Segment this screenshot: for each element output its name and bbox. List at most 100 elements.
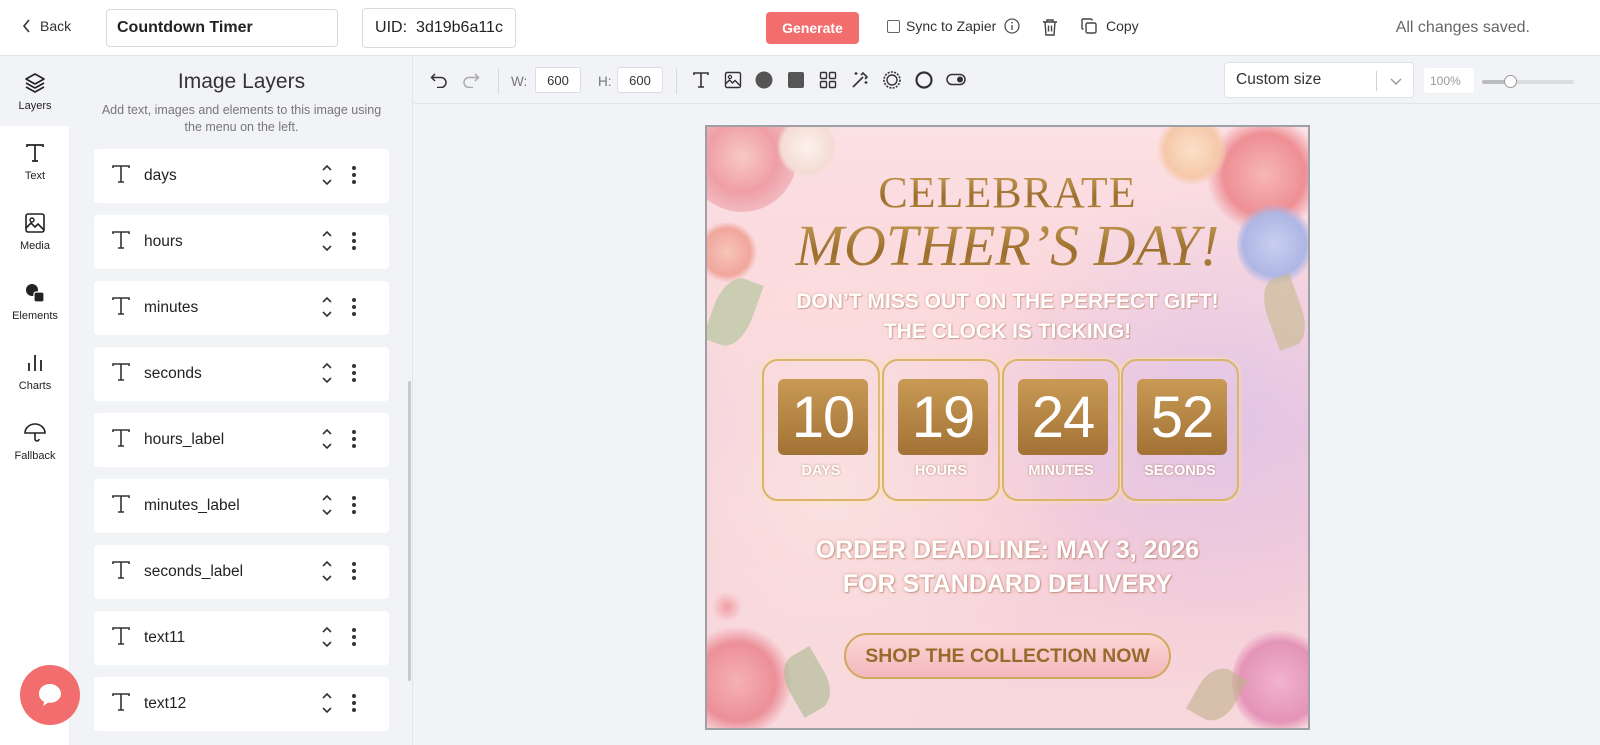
layer-item[interactable]: hours_label: [94, 413, 389, 467]
reorder-icon[interactable]: [320, 162, 334, 188]
text-layer-icon: [112, 165, 130, 183]
nav-elements[interactable]: Elements: [0, 266, 70, 336]
more-options-icon[interactable]: [351, 429, 357, 449]
reorder-icon[interactable]: [320, 294, 334, 320]
subheadline[interactable]: DON’T MISS OUT ON THE PERFECT GIFT! THE …: [707, 287, 1308, 347]
more-options-icon[interactable]: [351, 165, 357, 185]
template-name-input[interactable]: [106, 9, 338, 47]
headline-line1[interactable]: CELEBRATE: [707, 171, 1308, 215]
more-options-icon[interactable]: [351, 495, 357, 515]
layer-item[interactable]: seconds_label: [94, 545, 389, 599]
bar-chart-icon: [28, 354, 42, 371]
ring-shape-icon[interactable]: [914, 70, 934, 90]
size-preset-select[interactable]: Custom size: [1224, 62, 1414, 98]
design-canvas[interactable]: CELEBRATE MOTHER’S DAY! DON’T MISS OUT O…: [705, 125, 1310, 730]
layer-item[interactable]: minutes_label: [94, 479, 389, 533]
height-input[interactable]: [617, 67, 663, 93]
rectangle-shape-icon[interactable]: [787, 71, 805, 89]
layers-title: Image Layers: [177, 70, 306, 93]
toolbar-divider: [676, 68, 677, 94]
order-deadline-text[interactable]: ORDER DEADLINE: MAY 3, 2026 FOR STANDARD…: [707, 533, 1308, 601]
subheadline-line2: THE CLOCK IS TICKING!: [883, 320, 1132, 343]
width-input[interactable]: [535, 67, 581, 93]
layer-item[interactable]: text11: [94, 611, 389, 665]
toolbar-divider: [498, 68, 499, 94]
toggle-element-icon[interactable]: [946, 73, 966, 86]
nav-charts[interactable]: Charts: [0, 336, 70, 406]
reorder-icon[interactable]: [320, 558, 334, 584]
select-divider: [1376, 71, 1377, 91]
countdown-label: HOURS: [914, 463, 968, 479]
generate-button[interactable]: Generate: [766, 12, 859, 44]
nav-layers[interactable]: Layers: [0, 56, 70, 126]
layer-item[interactable]: text12: [94, 677, 389, 731]
sync-to-zapier[interactable]: Sync to Zapier: [887, 18, 1020, 34]
countdown-value: 10: [778, 379, 868, 455]
layer-name: hours_label: [144, 431, 225, 448]
text-layer-icon: [112, 429, 130, 447]
layer-item[interactable]: days: [94, 149, 389, 203]
countdown-unit[interactable]: 52 SECONDS: [1121, 359, 1239, 501]
countdown-value: 19: [898, 379, 988, 455]
uid-field[interactable]: UID: 3d19b6a11c: [362, 8, 516, 48]
add-image-icon[interactable]: [724, 71, 742, 89]
circle-shape-icon[interactable]: [755, 71, 773, 89]
reorder-icon[interactable]: [320, 426, 334, 452]
more-options-icon[interactable]: [351, 561, 357, 581]
layer-name: minutes: [144, 299, 199, 316]
trash-icon[interactable]: [1042, 18, 1058, 36]
more-options-icon[interactable]: [351, 297, 357, 317]
white-flower: [777, 127, 837, 177]
countdown-unit[interactable]: 19 HOURS: [882, 359, 1000, 501]
chevron-down-icon: [1390, 78, 1402, 85]
shop-collection-button[interactable]: SHOP THE COLLECTION NOW: [844, 633, 1171, 679]
redo-icon[interactable]: [462, 72, 480, 88]
back-button[interactable]: Back: [22, 18, 71, 34]
image-icon: [25, 212, 45, 233]
info-icon[interactable]: [1004, 18, 1020, 34]
reorder-icon[interactable]: [320, 492, 334, 518]
nav-label: Media: [20, 239, 50, 252]
nav-media[interactable]: Media: [0, 196, 70, 266]
countdown-unit[interactable]: 24 MINUTES: [1002, 359, 1120, 501]
more-options-icon[interactable]: [351, 231, 357, 251]
layer-name: text11: [144, 629, 186, 646]
copy-button[interactable]: Copy: [1080, 17, 1139, 35]
sync-checkbox[interactable]: [887, 19, 900, 33]
height-label: H:: [598, 74, 612, 89]
zoom-slider[interactable]: [1482, 75, 1574, 88]
reorder-icon[interactable]: [320, 228, 334, 254]
back-label: Back: [40, 18, 72, 34]
text-layer-icon: [112, 627, 130, 645]
reorder-icon[interactable]: [320, 360, 334, 386]
layer-item[interactable]: seconds: [94, 347, 389, 401]
undo-icon[interactable]: [430, 72, 448, 88]
text-layer-icon: [112, 561, 130, 579]
reorder-icon[interactable]: [320, 690, 334, 716]
scrollbar[interactable]: [408, 381, 411, 681]
reorder-icon[interactable]: [320, 624, 334, 650]
uid-value: 3d19b6a11c: [416, 19, 503, 36]
layers-panel: Image Layers Add text, images and elemen…: [70, 56, 413, 745]
uid-label: UID:: [375, 19, 408, 36]
chat-button[interactable]: [20, 665, 80, 725]
zoom-value[interactable]: 100%: [1424, 68, 1474, 93]
umbrella-icon: [24, 422, 46, 442]
nav-fallback[interactable]: Fallback: [0, 406, 70, 476]
nav-text[interactable]: Text: [0, 126, 70, 196]
layer-item[interactable]: minutes: [94, 281, 389, 335]
zoom-slider-handle[interactable]: [1503, 75, 1517, 88]
more-options-icon[interactable]: [351, 627, 357, 647]
layer-item[interactable]: hours: [94, 215, 389, 269]
badge-shape-icon[interactable]: [882, 70, 902, 90]
more-options-icon[interactable]: [351, 363, 357, 383]
nav-label: Text: [24, 169, 46, 182]
subheadline-line1: DON’T MISS OUT ON THE PERFECT GIFT!: [796, 290, 1219, 313]
countdown-unit[interactable]: 10 DAYS: [762, 359, 880, 501]
add-text-icon[interactable]: [692, 71, 710, 89]
magic-wand-icon[interactable]: [851, 70, 870, 89]
more-options-icon[interactable]: [351, 693, 357, 713]
headline-line2[interactable]: MOTHER’S DAY!: [707, 215, 1308, 277]
grid-icon[interactable]: [819, 71, 837, 89]
order-deadline-line2: FOR STANDARD DELIVERY: [842, 570, 1173, 598]
